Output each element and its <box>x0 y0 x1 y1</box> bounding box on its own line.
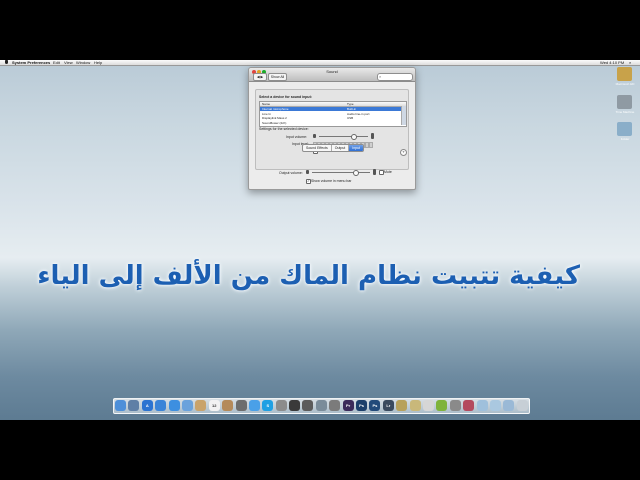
menu-window[interactable]: Window <box>76 60 90 65</box>
hard-drive-icon[interactable] <box>617 67 632 81</box>
table-row[interactable]: Soundflower (2ch) <box>260 121 401 125</box>
table-row[interactable]: Displaylink Mass 2 USB <box>260 116 401 120</box>
app-icon-3[interactable] <box>422 400 434 411</box>
tab-input[interactable]: Input <box>349 145 364 151</box>
desktop-icon-label: Folder <box>620 137 630 141</box>
menu-view[interactable]: View <box>64 60 73 65</box>
camera-icon[interactable] <box>329 400 341 411</box>
lightroom-icon[interactable]: Lr <box>382 400 394 411</box>
android-icon[interactable] <box>436 400 448 411</box>
show-all-button[interactable]: Show All <box>268 73 287 81</box>
photoshop-icon[interactable]: Ps <box>356 400 368 411</box>
folder-icon[interactable] <box>476 400 488 411</box>
column-header-name[interactable]: Name <box>262 102 270 106</box>
search-input[interactable]: ⌕ <box>377 73 413 81</box>
dock-icons: A 12 S Pr Ps Ps Lr <box>115 400 528 414</box>
photoshop-alt-icon[interactable]: Ps <box>369 400 381 411</box>
row-type: USB <box>347 116 354 120</box>
level-segment <box>369 142 373 148</box>
back-forward-button[interactable]: ◀ ▶ <box>253 73 267 81</box>
desktop-icon-label: Macintosh HD <box>615 82 635 86</box>
premiere-pro-icon[interactable]: Pr <box>342 400 354 411</box>
skype-icon[interactable]: S <box>262 400 274 411</box>
folder-icon-3[interactable] <box>503 400 515 411</box>
table-row[interactable]: Internal microphone Built-in <box>260 107 401 111</box>
menu-bar: System Preferences Edit View Window Help… <box>0 60 640 66</box>
itunes-icon[interactable] <box>248 400 260 411</box>
safari-icon[interactable] <box>168 400 180 411</box>
app-icon-4[interactable] <box>449 400 461 411</box>
sound-preferences-window: Sound ◀ ▶ Show All ⌕ Select a device for… <box>248 67 416 190</box>
mic-low-icon <box>313 134 316 138</box>
speaker-high-icon <box>373 169 376 175</box>
output-volume-slider[interactable] <box>312 172 370 173</box>
dvd-player-icon[interactable] <box>302 400 314 411</box>
menu-clock[interactable]: Wed 4:10 PM <box>600 60 624 65</box>
help-button[interactable]: ? <box>400 149 407 156</box>
desktop-icon-label: Time Machine <box>615 110 635 114</box>
app-store-icon[interactable]: A <box>141 400 153 411</box>
speaker-low-icon <box>306 170 309 174</box>
mic-high-icon <box>371 133 374 139</box>
ichat-icon[interactable] <box>181 400 193 411</box>
input-device-table: Name Type Internal microphone Built-in Lin… <box>259 101 407 127</box>
folder-icon[interactable] <box>617 122 632 136</box>
row-name: Soundflower (2ch) <box>262 120 287 125</box>
address-book-icon[interactable] <box>222 400 234 411</box>
spotlight-icon[interactable]: ⌕ <box>629 60 631 65</box>
window-titlebar: Sound ◀ ▶ Show All ⌕ <box>249 68 415 82</box>
input-volume-label: Input volume: <box>286 135 308 139</box>
table-scrollbar[interactable] <box>401 106 406 125</box>
column-header-type[interactable]: Type <box>347 102 354 106</box>
row-name: Displaylink Mass 2 <box>262 116 287 120</box>
apple-menu-icon[interactable] <box>5 60 8 64</box>
quicktime-icon[interactable] <box>289 400 301 411</box>
input-pane: Select a device for sound input: Name Typ… <box>255 89 409 170</box>
input-volume-knob[interactable] <box>350 134 357 140</box>
photo-booth-icon[interactable] <box>235 400 247 411</box>
mail-icon[interactable] <box>155 400 167 411</box>
search-icon: ⌕ <box>379 74 382 79</box>
input-volume-slider[interactable] <box>319 136 368 137</box>
menu-edit[interactable]: Edit <box>53 60 60 65</box>
tab-sound-effects[interactable]: Sound Effects <box>303 145 332 151</box>
output-volume-knob[interactable] <box>353 170 359 176</box>
calendar-icon[interactable]: 12 <box>208 400 220 411</box>
app-icon[interactable] <box>315 400 327 411</box>
mute-label: Mute <box>384 170 392 174</box>
menu-app-name[interactable]: System Preferences <box>12 60 50 65</box>
system-preferences-icon[interactable] <box>275 400 287 411</box>
row-name: Internal microphone <box>262 107 289 111</box>
video-title-overlay: كيفية تتبيت نظام الماك من الألف إلى اليا… <box>37 261 580 291</box>
folder-icon-2[interactable] <box>489 400 501 411</box>
preference-tabs: Sound Effects Output Input <box>302 144 365 152</box>
finder-icon[interactable] <box>115 400 126 411</box>
row-name: Line In <box>262 111 272 116</box>
menu-help[interactable]: Help <box>94 60 102 65</box>
section-title: Select a device for sound input: <box>259 95 312 99</box>
time-machine-icon[interactable] <box>617 95 632 109</box>
trash-icon[interactable] <box>516 400 528 411</box>
app-icon-2[interactable] <box>409 400 421 411</box>
app-icon-5[interactable] <box>463 400 475 411</box>
preview-icon[interactable] <box>195 400 207 411</box>
show-volume-label: Show volume in menu bar <box>311 179 352 183</box>
mission-control-icon[interactable] <box>128 400 140 411</box>
row-type: Audio line-in port <box>347 111 370 116</box>
tab-output[interactable]: Output <box>332 145 350 151</box>
table-row[interactable]: Line In Audio line-in port <box>260 112 401 116</box>
tools-icon[interactable] <box>396 400 408 411</box>
output-volume-label: Output volume: <box>279 171 303 175</box>
row-type: Built-in <box>347 107 357 111</box>
settings-label: Settings for the selected device: <box>259 127 309 131</box>
